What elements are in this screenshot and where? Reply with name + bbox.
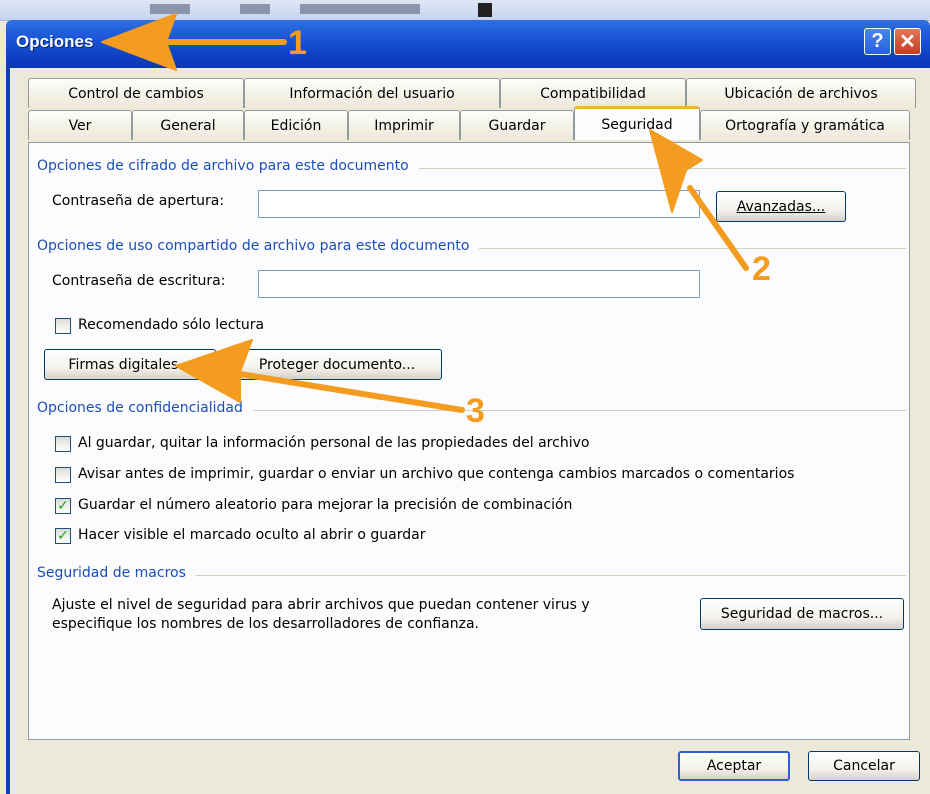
tab-general[interactable]: General [132,110,244,140]
tab-label: Ver [68,117,92,134]
tab-guardar[interactable]: Guardar [460,110,574,140]
advanced-button[interactable]: Avanzadas... [716,191,846,222]
tab-label: Ortografía y gramática [725,117,885,134]
remove-personal-info-checkbox[interactable] [55,436,71,452]
annotation-step-2: 2 [752,250,771,288]
ok-button[interactable]: Aceptar [678,751,790,781]
open-password-label: Contraseña de apertura: [52,193,225,209]
tab-ubicacion-de-archivos[interactable]: Ubicación de archivos [686,78,916,108]
advanced-button-label: Avanzadas... [736,198,826,215]
checkmark-icon: ✓ [57,528,69,544]
tab-ver[interactable]: Ver [28,110,132,140]
tab-label: Seguridad [601,116,673,133]
cancel-label: Cancelar [833,758,895,774]
tab-compatibilidad[interactable]: Compatibilidad [500,78,686,108]
show-hidden-markup-checkbox[interactable]: ✓ [55,528,71,544]
digital-signatures-label: Firmas digitales... [68,356,192,373]
readonly-checkbox[interactable] [55,318,71,334]
cursor-fragment [478,3,492,17]
checkmark-icon: ✓ [57,498,69,514]
tab-label: Imprimir [374,117,434,134]
macro-security-label: Seguridad de macros... [720,606,884,622]
macro-security-button[interactable]: Seguridad de macros... [700,598,904,630]
digital-signatures-button[interactable]: Firmas digitales... [44,349,216,380]
readonly-label: Recomendado sólo lectura [78,317,265,333]
macros-description-line: especifique los nombres de los desarroll… [52,616,479,632]
protect-document-label: Proteger documento... [258,356,416,373]
tab-label: Control de cambios [68,85,204,102]
ok-label: Aceptar [706,758,762,774]
tab-label: Información del usuario [289,85,455,102]
macros-description-line: Ajuste el nivel de seguridad para abrir … [52,597,590,613]
close-button[interactable]: ✕ [894,28,921,55]
question-mark-icon: ? [871,30,884,52]
toolbar-fragment [240,4,270,14]
warn-tracked-changes-checkbox[interactable] [55,467,71,483]
toolbar-fragment [150,4,190,14]
tab-imprimir[interactable]: Imprimir [348,110,460,140]
random-number-label: Guardar el número aleatorio para mejorar… [78,497,573,513]
tab-label: Ubicación de archivos [724,85,878,102]
help-button[interactable]: ? [864,28,891,55]
toolbar-fragment [300,4,420,14]
tab-edicion[interactable]: Edición [244,110,348,140]
annotation-step-3: 3 [466,392,485,430]
random-number-checkbox[interactable]: ✓ [55,498,71,514]
privacy-section-title: Opciones de confidencialidad [37,400,253,416]
tab-control-de-cambios[interactable]: Control de cambios [28,78,244,108]
encryption-section-title: Opciones de cifrado de archivo para este… [37,158,419,174]
remove-personal-info-label: Al guardar, quitar la información person… [78,435,590,451]
show-hidden-markup-label: Hacer visible el marcado oculto al abrir… [78,527,426,543]
open-password-field[interactable] [258,190,700,218]
close-icon: ✕ [899,31,916,53]
annotation-step-1: 1 [288,24,307,62]
tab-ortografia-y-gramatica[interactable]: Ortografía y gramática [700,110,910,140]
tab-informacion-del-usuario[interactable]: Información del usuario [244,78,500,108]
cancel-button[interactable]: Cancelar [808,751,920,781]
warn-tracked-changes-label: Avisar antes de imprimir, guardar o envi… [78,466,795,482]
window-title: Opciones [16,32,94,51]
tab-label: Guardar [488,117,546,134]
tab-label: Edición [270,117,322,134]
tab-seguridad[interactable]: Seguridad [574,106,700,140]
tab-label: General [160,117,216,134]
sharing-section-title: Opciones de uso compartido de archivo pa… [37,238,480,254]
macros-section-title: Seguridad de macros [37,565,196,581]
title-bar[interactable]: Opciones ? ✕ [6,20,930,68]
tab-label: Compatibilidad [540,85,646,102]
macros-description: Ajuste el nivel de seguridad para abrir … [52,596,692,634]
write-password-label: Contraseña de escritura: [52,273,226,289]
protect-document-button[interactable]: Proteger documento... [232,349,442,380]
background-toolbar-strip [0,0,930,21]
write-password-field[interactable] [258,270,700,298]
